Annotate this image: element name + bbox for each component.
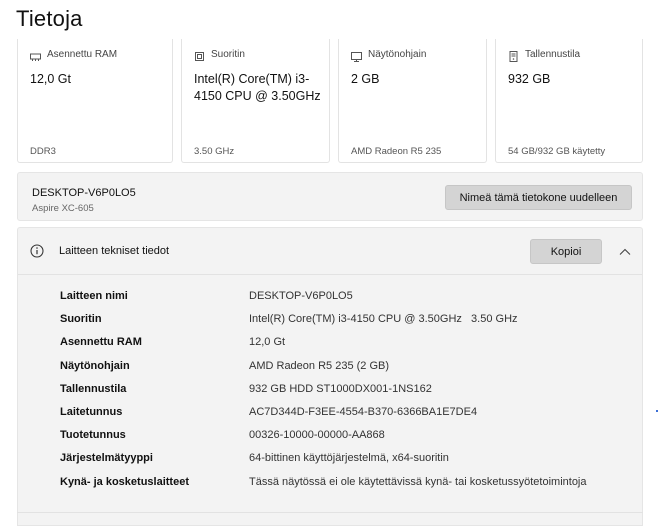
card-foot: 3.50 GHz [194,146,235,157]
spec-key: Järjestelmätyyppi [60,452,153,465]
device-specs-title: Laitteen tekniset tiedot [59,245,170,257]
card-label: Asennettu RAM [47,49,118,60]
card-ram[interactable]: Asennettu RAM 12,0 Gt DDR3 [17,39,173,163]
card-display-adapter[interactable]: Näytönohjain 2 GB AMD Radeon R5 235 [338,39,487,163]
card-foot: AMD Radeon R5 235 [351,146,442,157]
card-storage[interactable]: Tallennustila 932 GB 54 GB/932 GB käytet… [495,39,643,163]
spec-value: 12,0 Gt [249,336,286,349]
ram-icon [30,49,41,61]
device-bar: DESKTOP-V6P0LO5 Aspire XC-605 Nimeä tämä… [17,172,643,221]
panel-divider [17,512,643,513]
display-adapter-icon [351,49,362,62]
spec-row-storage: Tallennustila 932 GB HDD ST1000DX001-1NS… [18,383,642,406]
spec-row-product-id: Tuotetunnus 00326-10000-00000-AA868 [18,429,642,452]
storage-icon [508,49,519,62]
spec-key: Tallennustila [60,382,127,395]
device-specs-panel: Laitteen tekniset tiedot Kopioi Laitteen… [17,227,643,526]
card-label: Tallennustila [525,49,581,60]
spec-key: Laitetunnus [60,405,123,418]
spec-value: 64-bittinen käyttöjärjestelmä, x64-suori… [249,452,449,465]
spec-row-system-type: Järjestelmätyyppi 64-bittinen käyttöjärj… [18,452,642,475]
spec-value: Tässä näytössä ei ole käytettävissä kynä… [249,475,587,488]
spec-row-display-adapter: Näytönohjain AMD Radeon R5 235 (2 GB) [18,360,642,383]
spec-cards: Asennettu RAM 12,0 Gt DDR3 Suoritin Inte… [0,39,660,165]
cursor-mark [656,410,658,412]
card-label: Näytönohjain [368,49,427,60]
spec-row-ram: Asennettu RAM 12,0 Gt [18,336,642,359]
spec-row-processor: Suoritin Intel(R) Core(TM) i3-4150 CPU @… [18,313,642,336]
spec-rows: Laitteen nimi DESKTOP-V6P0LO5 Suoritin I… [18,290,642,499]
spec-value: 932 GB HDD ST1000DX001-1NS162 [249,382,432,395]
spec-key: Tuotetunnus [60,429,126,442]
spec-key: Suoritin [60,313,102,326]
spec-row-pen-touch: Kynä- ja kosketuslaitteet Tässä näytössä… [18,476,642,499]
spec-key: Asennettu RAM [60,336,142,349]
card-value: 2 GB [351,72,380,86]
device-specs-header[interactable]: Laitteen tekniset tiedot Kopioi [18,228,642,275]
spec-key: Kynä- ja kosketuslaitteet [60,475,189,488]
device-model: Aspire XC-605 [32,203,94,214]
spec-row-device-name: Laitteen nimi DESKTOP-V6P0LO5 [18,290,642,313]
spec-value: AC7D344D-F3EE-4554-B370-6366BA1E7DE4 [249,405,478,418]
device-name: DESKTOP-V6P0LO5 [32,187,136,199]
chevron-up-icon[interactable] [618,244,632,255]
copy-button[interactable]: Kopioi [530,239,602,264]
card-value: Intel(R) Core(TM) i3-4150 CPU @ 3.50GHz [194,72,321,103]
spec-row-device-id: Laitetunnus AC7D344D-F3EE-4554-B370-6366… [18,406,642,429]
spec-value: 00326-10000-00000-AA868 [249,429,385,442]
spec-key: Laitteen nimi [60,290,128,302]
card-foot: 54 GB/932 GB käytetty [508,146,606,157]
spec-value: Intel(R) Core(TM) i3-4150 CPU @ 3.50GHz … [249,313,518,326]
page-title: Tietoja [16,6,83,31]
card-foot: DDR3 [30,146,56,157]
spec-value: DESKTOP-V6P0LO5 [249,290,353,302]
info-icon [30,244,44,258]
card-value: 932 GB [508,72,551,86]
spec-key: Näytönohjain [60,359,130,372]
card-value: 12,0 Gt [30,72,71,86]
card-label: Suoritin [211,49,245,60]
rename-pc-button[interactable]: Nimeä tämä tietokone uudelleen [445,185,632,210]
card-processor[interactable]: Suoritin Intel(R) Core(TM) i3-4150 CPU @… [181,39,330,163]
spec-value: AMD Radeon R5 235 (2 GB) [249,359,390,372]
processor-icon [194,49,205,61]
